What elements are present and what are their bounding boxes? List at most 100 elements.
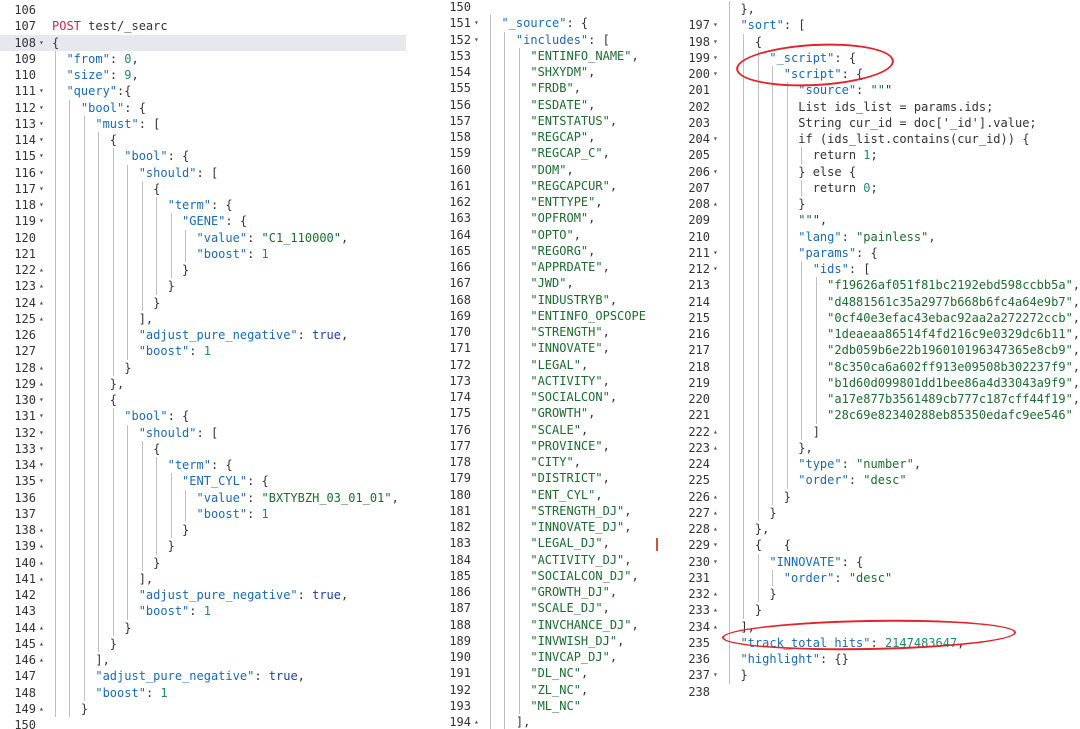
- code-line[interactable]: 178 "CITY",: [429, 454, 647, 470]
- fold-close-icon[interactable]: ▴: [713, 586, 718, 602]
- code-line[interactable]: 237 ▾ }: [656, 667, 1080, 683]
- code-line[interactable]: 163 "OPFROM",: [429, 210, 647, 226]
- code-line[interactable]: 139 ▴ }: [0, 538, 406, 554]
- fold-open-icon[interactable]: ▾: [713, 537, 718, 553]
- code-line[interactable]: 169 "ENTINFO_OPSCOPE",: [429, 308, 647, 324]
- code-line[interactable]: 172 "LEGAL",: [429, 357, 647, 373]
- code-line[interactable]: 107 POST test/_searc: [0, 18, 406, 34]
- fold-open-icon[interactable]: ▾: [39, 132, 44, 148]
- code-text[interactable]: "adjust_pure_negative": true,: [52, 587, 349, 603]
- code-text[interactable]: }: [52, 522, 189, 538]
- code-text[interactable]: "ENTSTATUS",: [487, 113, 617, 129]
- code-line[interactable]: 145 ▴ }: [0, 636, 406, 652]
- code-line[interactable]: 153 "ENTINFO_NAME",: [429, 48, 647, 64]
- code-text[interactable]: "2db059b6e22b196010196347365e8cb9",: [726, 342, 1080, 358]
- fold-close-icon[interactable]: ▴: [39, 522, 44, 538]
- code-line[interactable]: 135 ▾ "ENT_CYL": {: [0, 473, 406, 489]
- code-line[interactable]: 129 ▴ },: [0, 376, 406, 392]
- code-line[interactable]: 158 "REGCAP",: [429, 129, 647, 145]
- code-text[interactable]: }: [52, 360, 131, 376]
- code-text[interactable]: ],: [52, 652, 109, 668]
- code-line[interactable]: 232 ▴ }: [656, 586, 1080, 602]
- code-text[interactable]: "ids": [: [726, 261, 871, 277]
- code-line[interactable]: 127 "boost": 1: [0, 343, 406, 359]
- code-text[interactable]: "ML_NC": [487, 698, 581, 714]
- code-text[interactable]: "adjust_pure_negative": true,: [52, 668, 305, 684]
- code-line[interactable]: 124 ▴ }: [0, 295, 406, 311]
- code-text[interactable]: "boost": 1: [52, 343, 211, 359]
- fold-open-icon[interactable]: ▾: [713, 245, 718, 261]
- code-line[interactable]: 220 "a17e877b3561489cb777c187cff44f19",: [656, 391, 1080, 407]
- fold-open-icon[interactable]: ▾: [474, 32, 479, 48]
- code-text[interactable]: ],: [487, 714, 530, 729]
- code-line[interactable]: 186 "GROWTH_DJ",: [429, 584, 647, 600]
- fold-open-icon[interactable]: ▾: [39, 392, 44, 408]
- code-line[interactable]: 149 ▴ }: [0, 701, 406, 717]
- code-text[interactable]: "GROWTH_DJ",: [487, 584, 617, 600]
- code-text[interactable]: """,: [726, 212, 827, 228]
- code-text[interactable]: { {: [726, 537, 791, 553]
- code-text[interactable]: "OPFROM",: [487, 210, 595, 226]
- code-text[interactable]: "GROWTH",: [487, 405, 595, 421]
- editor-panel-left[interactable]: 106 107 POST test/_searc 108 ▾{109 "from": 0…: [0, 0, 406, 729]
- code-text[interactable]: },: [726, 521, 769, 537]
- code-text[interactable]: "params": {: [726, 245, 877, 261]
- code-line[interactable]: 189 "INVWISH_DJ",: [429, 633, 647, 649]
- code-line[interactable]: 228 ▴ },: [656, 521, 1080, 537]
- fold-open-icon[interactable]: ▾: [39, 116, 44, 132]
- code-line[interactable]: 182 "INNOVATE_DJ",: [429, 519, 647, 535]
- code-text[interactable]: "ACTIVITY_DJ",: [487, 552, 631, 568]
- code-line[interactable]: 207 return 0;: [656, 180, 1080, 196]
- code-text[interactable]: "JWD",: [487, 275, 573, 291]
- code-text[interactable]: "should": [: [52, 425, 218, 441]
- fold-close-icon[interactable]: ▴: [39, 620, 44, 636]
- fold-close-icon[interactable]: ▴: [39, 278, 44, 294]
- fold-close-icon[interactable]: ▴: [713, 619, 718, 635]
- code-line[interactable]: 119 ▾ "GENE": {: [0, 213, 406, 229]
- code-line[interactable]: 150: [0, 717, 406, 729]
- fold-open-icon[interactable]: ▾: [39, 35, 44, 51]
- code-line[interactable]: 214 "d4881561c35a2977b668b6fc4a64e9b7",: [656, 294, 1080, 310]
- code-text[interactable]: "8c350ca6a602ff913e09508b302237f9",: [726, 359, 1080, 375]
- code-text[interactable]: "bool": {: [52, 148, 189, 164]
- code-line[interactable]: 185 "SOCIALCON_DJ",: [429, 568, 647, 584]
- fold-close-icon[interactable]: ▴: [713, 505, 718, 521]
- code-line[interactable]: 114 ▾ {: [0, 132, 406, 148]
- code-line[interactable]: 181 "STRENGTH_DJ",: [429, 503, 647, 519]
- fold-close-icon[interactable]: ▴: [713, 440, 718, 456]
- code-line[interactable]: 116 ▾ "should": [: [0, 165, 406, 181]
- fold-close-icon[interactable]: ▴: [713, 602, 718, 618]
- code-text[interactable]: "GENE": {: [52, 213, 247, 229]
- fold-close-icon[interactable]: ▴: [713, 521, 718, 537]
- fold-open-icon[interactable]: ▾: [474, 15, 479, 31]
- code-text[interactable]: "REGCAPCUR",: [487, 178, 617, 194]
- code-text[interactable]: "query":{: [52, 83, 131, 99]
- code-line[interactable]: 212 ▾ "ids": [: [656, 261, 1080, 277]
- code-text[interactable]: ],: [52, 571, 153, 587]
- code-line[interactable]: 121 "boost": 1: [0, 246, 406, 262]
- code-line[interactable]: 204 ▾ if (ids_list.contains(cur_id)) {: [656, 131, 1080, 147]
- code-line[interactable]: 162 "ENTTYPE",: [429, 194, 647, 210]
- code-text[interactable]: "OPTO",: [487, 227, 581, 243]
- fold-close-icon[interactable]: ▴: [713, 489, 718, 505]
- fold-open-icon[interactable]: ▾: [39, 100, 44, 116]
- code-text[interactable]: "STRENGTH_DJ",: [487, 503, 631, 519]
- code-line[interactable]: 108 ▾{: [0, 34, 406, 51]
- code-text[interactable]: "FRDB",: [487, 80, 581, 96]
- code-text[interactable]: "INVCHANCE_DJ",: [487, 617, 638, 633]
- code-line[interactable]: 179 "DISTRICT",: [429, 470, 647, 486]
- code-text[interactable]: {: [52, 441, 160, 457]
- code-line[interactable]: 133 ▾ {: [0, 441, 406, 457]
- code-text[interactable]: }: [52, 620, 131, 636]
- fold-open-icon[interactable]: ▾: [39, 197, 44, 213]
- code-line[interactable]: 225 "order": "desc": [656, 472, 1080, 488]
- code-line[interactable]: 171 "INNOVATE",: [429, 340, 647, 356]
- code-line[interactable]: 188 "INVCHANCE_DJ",: [429, 617, 647, 633]
- code-line[interactable]: 109 "from": 0,: [0, 51, 406, 67]
- code-line[interactable]: 126 "adjust_pure_negative": true,: [0, 327, 406, 343]
- code-line[interactable]: 180 "ENT_CYL",: [429, 487, 647, 503]
- code-line[interactable]: 218 "8c350ca6a602ff913e09508b302237f9",: [656, 359, 1080, 375]
- fold-open-icon[interactable]: ▾: [39, 425, 44, 441]
- code-line[interactable]: 229 ▾ { {: [656, 537, 1080, 553]
- code-text[interactable]: "REGORG",: [487, 243, 595, 259]
